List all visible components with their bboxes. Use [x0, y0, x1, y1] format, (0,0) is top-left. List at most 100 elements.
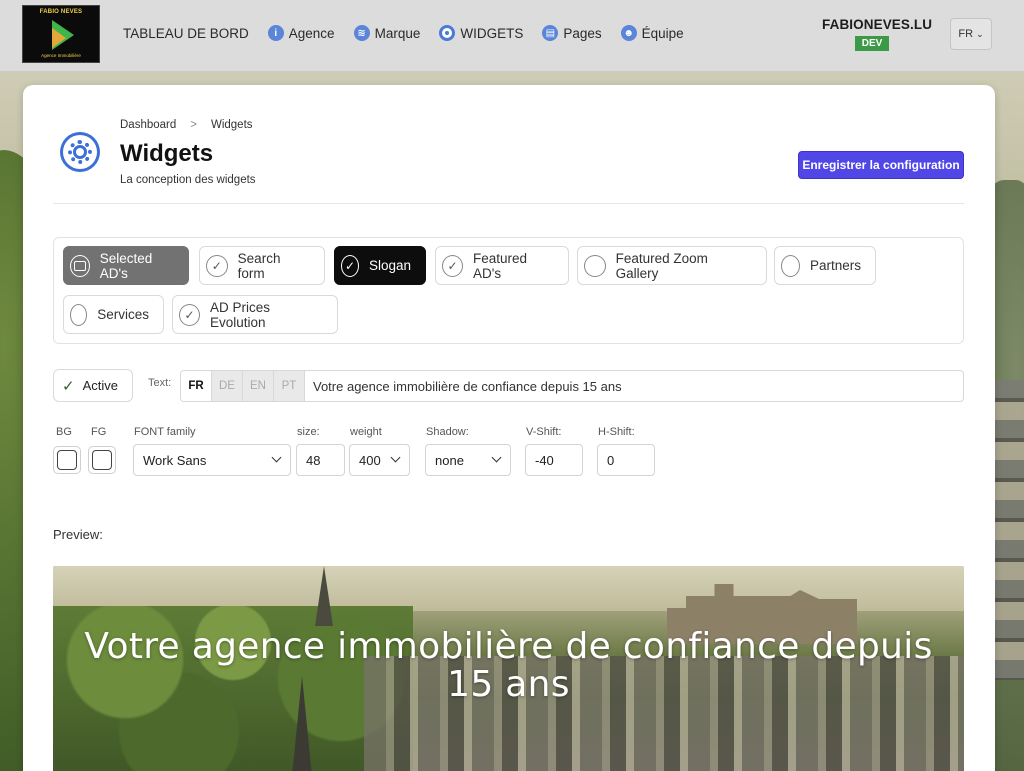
widget-chip-search-form[interactable]: ✓ Search form [199, 246, 325, 285]
breadcrumb: Dashboard > Widgets [120, 119, 253, 131]
widget-label: Slogan [368, 258, 411, 273]
page-icon: ▤ [542, 25, 559, 41]
chevron-down-icon [390, 452, 401, 463]
main-card: Dashboard > Widgets Widgets La conceptio… [23, 85, 995, 771]
lang-tab-en[interactable]: EN [243, 371, 274, 401]
active-label: Active [82, 378, 118, 393]
fg-label: FG [91, 426, 107, 438]
check-circle-icon: ✓ [341, 254, 359, 277]
brand-logo[interactable]: FABIO NEVES Agence Immobilière [22, 5, 100, 63]
text-label: Text: [148, 377, 172, 389]
slogan-text-field: FR DE EN PT Votre agence immobilière de … [180, 370, 964, 402]
nav-item-marque[interactable]: ≋ Marque [353, 22, 421, 44]
nav-label: TABLEAU DE BORD [123, 25, 249, 41]
widget-label: Selected AD's [99, 250, 153, 281]
nav-label: Marque [374, 25, 421, 41]
selected-icon [70, 254, 90, 277]
language-value: FR [958, 28, 974, 40]
widget-label: Partners [809, 258, 861, 273]
language-selector[interactable]: FR ⌄ [950, 18, 992, 50]
shadow-label: Shadow: [426, 426, 469, 438]
breadcrumb-separator: > [190, 119, 197, 131]
font-family-value: Work Sans [143, 452, 207, 468]
lang-tab-de[interactable]: DE [212, 371, 243, 401]
slogan-preview: Votre agence immobilière de confiance de… [53, 566, 964, 771]
fg-color-picker[interactable] [88, 446, 116, 474]
brand-icon: ≋ [353, 25, 370, 41]
site-name: FABIONEVES.LU [822, 17, 933, 32]
page-title: Widgets [120, 140, 214, 167]
widget-label: Featured AD's [473, 250, 528, 281]
hshift-input[interactable]: 0 [597, 444, 655, 476]
nav-item-equipe[interactable]: ☻ Équipe [620, 22, 684, 44]
empty-circle-icon [70, 303, 88, 326]
check-circle-icon: ✓ [179, 303, 200, 326]
check-icon: ✓ [62, 377, 75, 395]
logo-subtitle: Agence Immobilière [41, 53, 81, 58]
team-icon: ☻ [620, 25, 637, 41]
widget-selector: Selected AD's ✓ Search form ✓ Slogan ✓ F… [53, 237, 964, 344]
env-badge: DEV [854, 36, 890, 51]
gear-icon [60, 132, 100, 172]
empty-circle-icon [781, 254, 800, 277]
slogan-text-input[interactable]: Votre agence immobilière de confiance de… [305, 371, 963, 401]
shadow-value: none [435, 452, 464, 468]
nav-item-pages[interactable]: ▤ Pages [542, 22, 602, 44]
widget-chip-featured-zoom-gallery[interactable]: Featured Zoom Gallery [577, 246, 767, 285]
widget-chip-featured-ads[interactable]: ✓ Featured AD's [435, 246, 569, 285]
check-circle-icon: ✓ [206, 254, 228, 277]
widget-label: AD Prices Evolution [209, 299, 270, 330]
site-indicator: FABIONEVES.LU DEV [822, 17, 933, 51]
active-toggle[interactable]: ✓ Active [53, 369, 133, 402]
widget-chip-services[interactable]: Services [63, 295, 164, 334]
hshift-value: 0 [607, 452, 615, 468]
chevron-down-icon: ⌄ [976, 28, 984, 39]
main-nav: TABLEAU DE BORD i Agence ≋ Marque WIDGET… [123, 22, 703, 44]
nav-label: Agence [288, 25, 335, 41]
vshift-label: V-Shift: [526, 426, 562, 438]
chevron-down-icon [271, 452, 282, 463]
widget-chip-partners[interactable]: Partners [774, 246, 876, 285]
logo-title: FABIO NEVES [39, 9, 83, 15]
nav-label: Équipe [641, 25, 684, 41]
preview-slogan-text: Votre agence immobilière de confiance de… [84, 626, 933, 705]
gear-icon [439, 25, 456, 41]
widget-label: Services [97, 307, 149, 322]
widget-label: Featured Zoom Gallery [615, 250, 708, 281]
vshift-input[interactable]: -40 [525, 444, 583, 476]
divider [53, 203, 964, 204]
widget-chip-selected-ads[interactable]: Selected AD's [63, 246, 189, 285]
breadcrumb-current: Widgets [210, 119, 253, 131]
chevron-down-icon [491, 452, 502, 463]
hshift-label: H-Shift: [598, 426, 635, 438]
widget-chip-slogan[interactable]: ✓ Slogan [334, 246, 426, 285]
size-value: 48 [306, 452, 321, 468]
bg-label: BG [56, 426, 72, 438]
shadow-select[interactable]: none [425, 444, 511, 476]
weight-value: 400 [359, 452, 381, 468]
nav-label: Pages [563, 25, 602, 41]
lang-tab-fr[interactable]: FR [181, 371, 212, 401]
size-input[interactable]: 48 [296, 444, 345, 476]
font-family-select[interactable]: Work Sans [133, 444, 291, 476]
nav-item-agence[interactable]: i Agence [267, 22, 335, 44]
top-navigation-bar: FABIO NEVES Agence Immobilière TABLEAU D… [0, 0, 1024, 72]
font-family-label: FONT family [134, 426, 196, 438]
page-subtitle: La conception des widgets [120, 174, 256, 186]
size-label: size: [297, 426, 320, 438]
widget-label: Search form [237, 250, 281, 281]
nav-label: WIDGETS [460, 25, 524, 41]
breadcrumb-dashboard[interactable]: Dashboard [120, 119, 176, 131]
weight-select[interactable]: 400 [349, 444, 410, 476]
info-icon: i [267, 25, 284, 41]
widget-chip-ad-prices-evolution[interactable]: ✓ AD Prices Evolution [172, 295, 338, 334]
preview-label: Preview: [53, 527, 103, 542]
bg-color-picker[interactable] [53, 446, 81, 474]
nav-item-widgets[interactable]: WIDGETS [439, 22, 523, 44]
nav-item-dashboard[interactable]: TABLEAU DE BORD [123, 22, 249, 44]
check-circle-icon: ✓ [442, 254, 464, 277]
weight-label: weight [350, 426, 382, 438]
save-configuration-button[interactable]: Enregistrer la configuration [798, 151, 964, 179]
lang-tab-pt[interactable]: PT [274, 371, 305, 401]
empty-circle-icon [584, 254, 606, 277]
